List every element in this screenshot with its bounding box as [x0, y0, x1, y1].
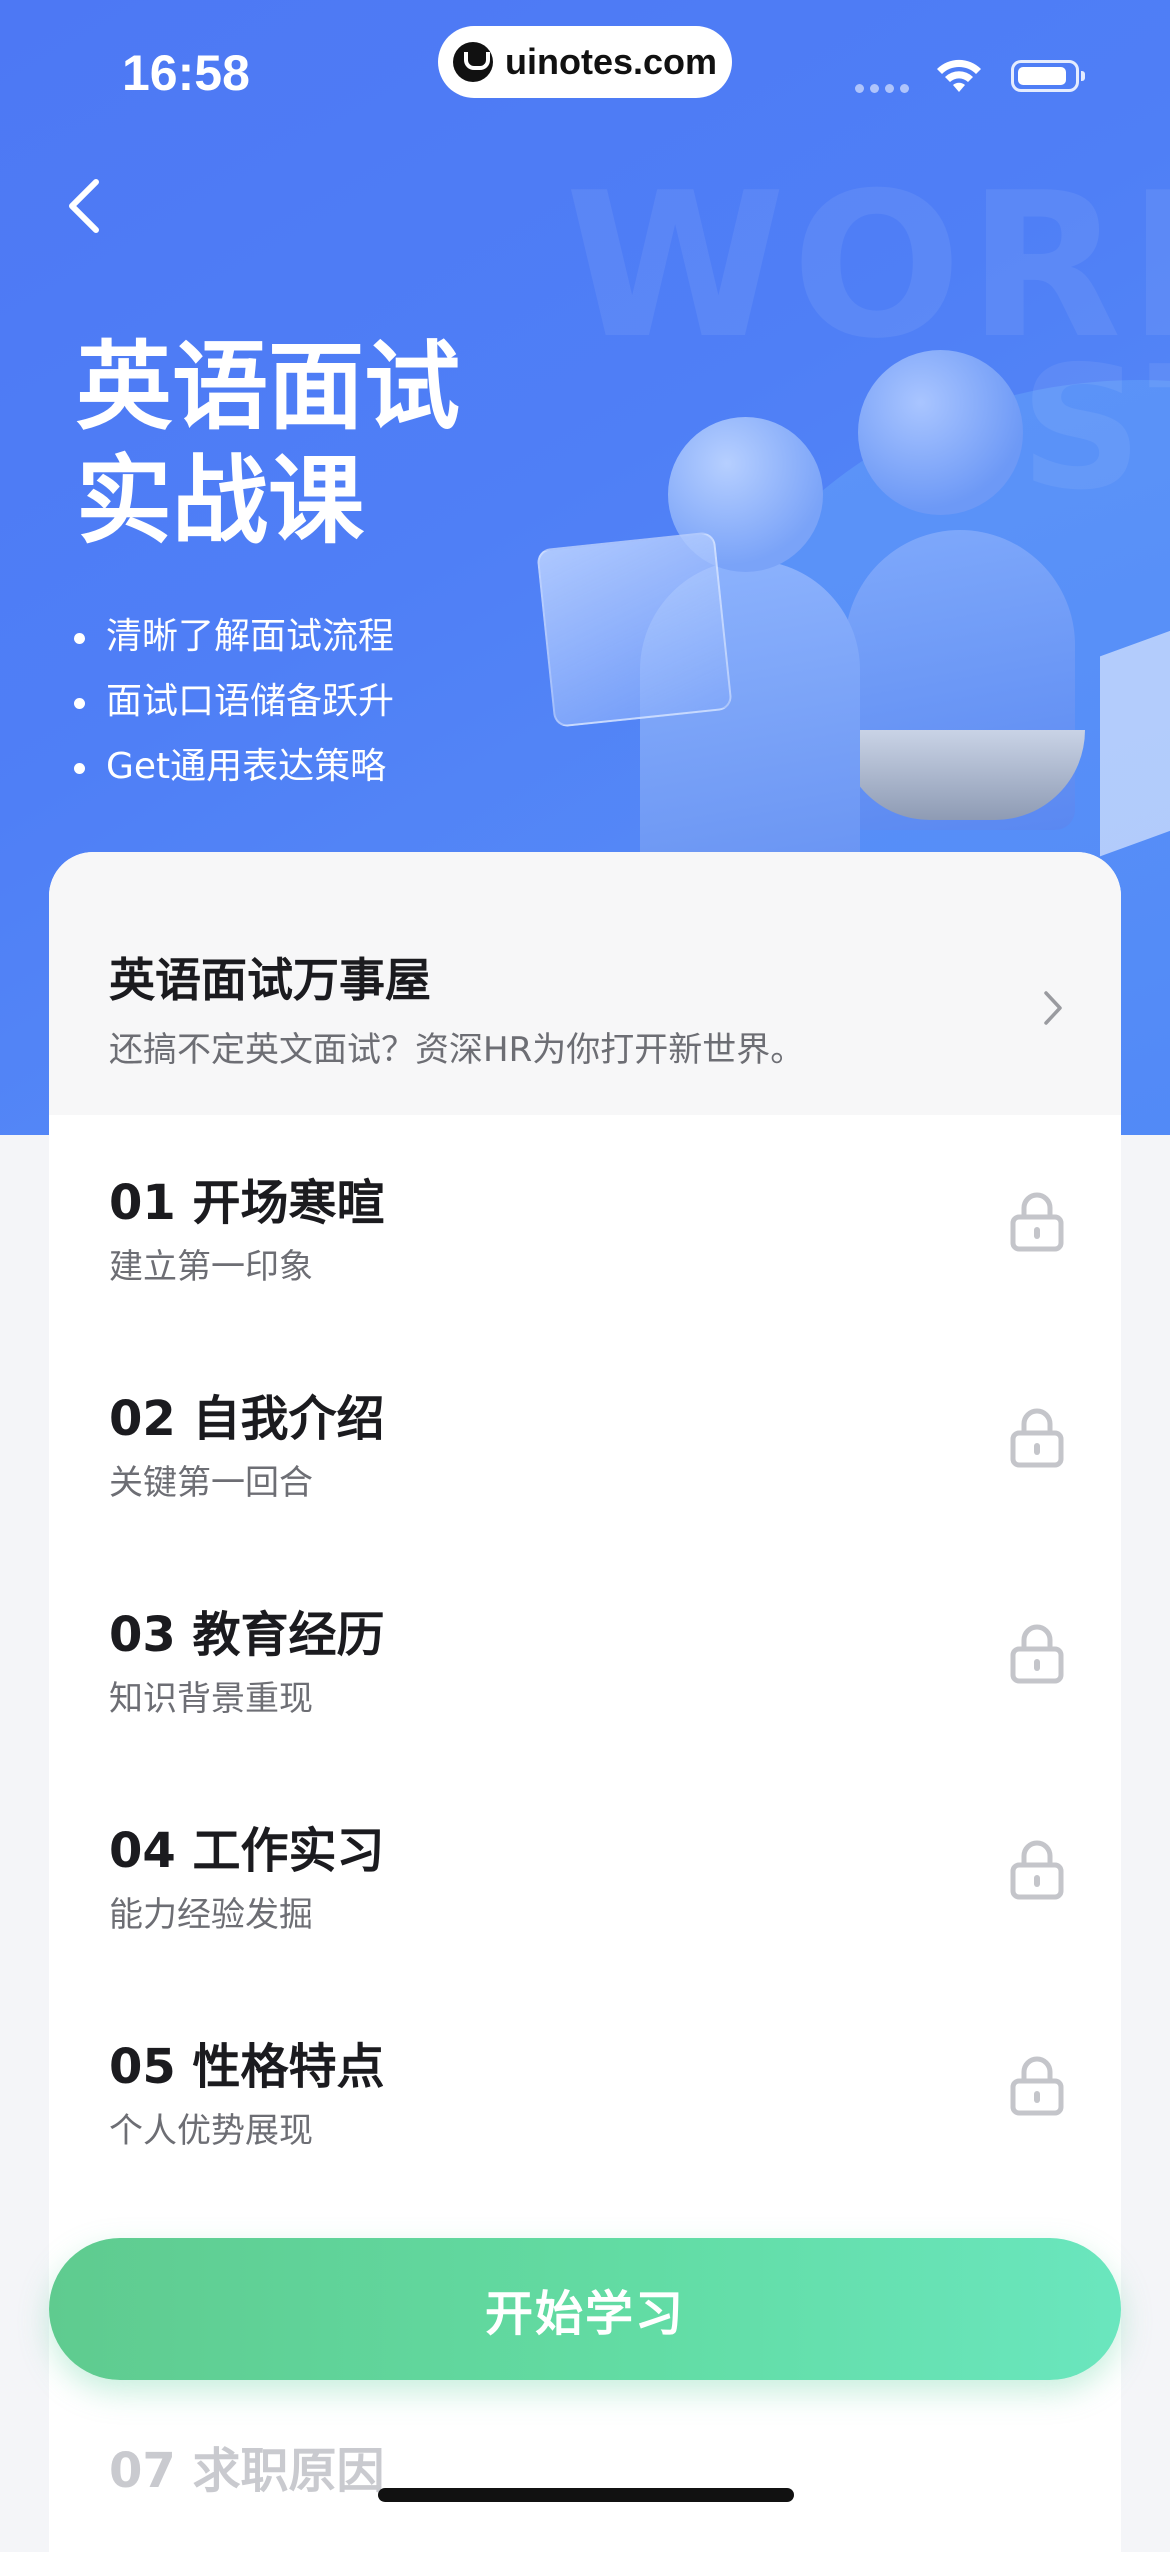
lock-icon	[1010, 1408, 1064, 1468]
lesson-title: 01 开场寒暄	[109, 1175, 385, 1231]
site-label: uinotes.com	[504, 41, 718, 82]
lock-icon	[1010, 1192, 1064, 1252]
course-title-line-1: 英语面试	[76, 331, 460, 443]
home-indicator	[378, 2488, 794, 2502]
highlight-item: 清晰了解面试流程	[72, 612, 394, 677]
battery-icon	[1011, 60, 1085, 92]
lesson-subtitle: 个人优势展现	[109, 2111, 313, 2151]
back-arrow-icon[interactable]	[62, 176, 112, 236]
featured-subtitle: 还搞不定英文面试？资深HR为你打开新世界。	[109, 1030, 805, 1070]
lesson-title: 04 工作实习	[109, 1823, 385, 1879]
chevron-right-icon	[1044, 991, 1062, 1025]
lesson-item[interactable]: 07 求职原因	[49, 2411, 1121, 2552]
lesson-subtitle: 知识背景重现	[109, 1679, 313, 1719]
illustration-flag	[1100, 623, 1170, 857]
start-learning-button[interactable]: 开始学习	[49, 2238, 1121, 2380]
lesson-title: 02 自我介绍	[109, 1391, 385, 1447]
featured-entry[interactable]: 英语面试万事屋 还搞不定英文面试？资深HR为你打开新世界。	[49, 852, 1121, 1115]
lesson-title: 05 性格特点	[109, 2039, 385, 2095]
lesson-item[interactable]: 03 教育经历 知识背景重现	[49, 1547, 1121, 1763]
lesson-subtitle: 能力经验发掘	[109, 1895, 313, 1935]
lock-icon	[1010, 1624, 1064, 1684]
lesson-title: 07 求职原因	[109, 2443, 385, 2499]
course-highlights: 清晰了解面试流程 面试口语储备跃升 Get通用表达策略	[72, 612, 394, 807]
status-time: 16:58	[122, 45, 250, 101]
cellular-signal-icon	[855, 84, 909, 93]
lesson-item[interactable]: 01 开场寒暄 建立第一印象	[49, 1115, 1121, 1331]
lesson-item[interactable]: 04 工作实习 能力经验发掘	[49, 1763, 1121, 1979]
wifi-icon	[937, 59, 981, 92]
lesson-item[interactable]: 02 自我介绍 关键第一回合	[49, 1331, 1121, 1547]
lesson-title: 03 教育经历	[109, 1607, 385, 1663]
course-title: 英语面试 实战课	[76, 330, 460, 558]
highlight-item: Get通用表达策略	[72, 742, 394, 807]
highlight-item: 面试口语储备跃升	[72, 677, 394, 742]
lesson-subtitle: 建立第一印象	[109, 1247, 313, 1287]
lock-icon	[1010, 1840, 1064, 1900]
featured-title: 英语面试万事屋	[109, 953, 431, 1007]
course-title-line-2: 实战课	[76, 445, 364, 557]
illustration-head-back	[858, 350, 1023, 515]
uinotes-logo-icon	[452, 42, 493, 82]
interview-illustration	[536, 340, 1170, 860]
lesson-item[interactable]: 05 性格特点 个人优势展现	[49, 1979, 1121, 2195]
site-pill: uinotes.com	[438, 26, 732, 98]
illustration-card	[536, 531, 733, 728]
lock-icon	[1010, 2056, 1064, 2116]
lesson-subtitle: 关键第一回合	[109, 1463, 313, 1503]
